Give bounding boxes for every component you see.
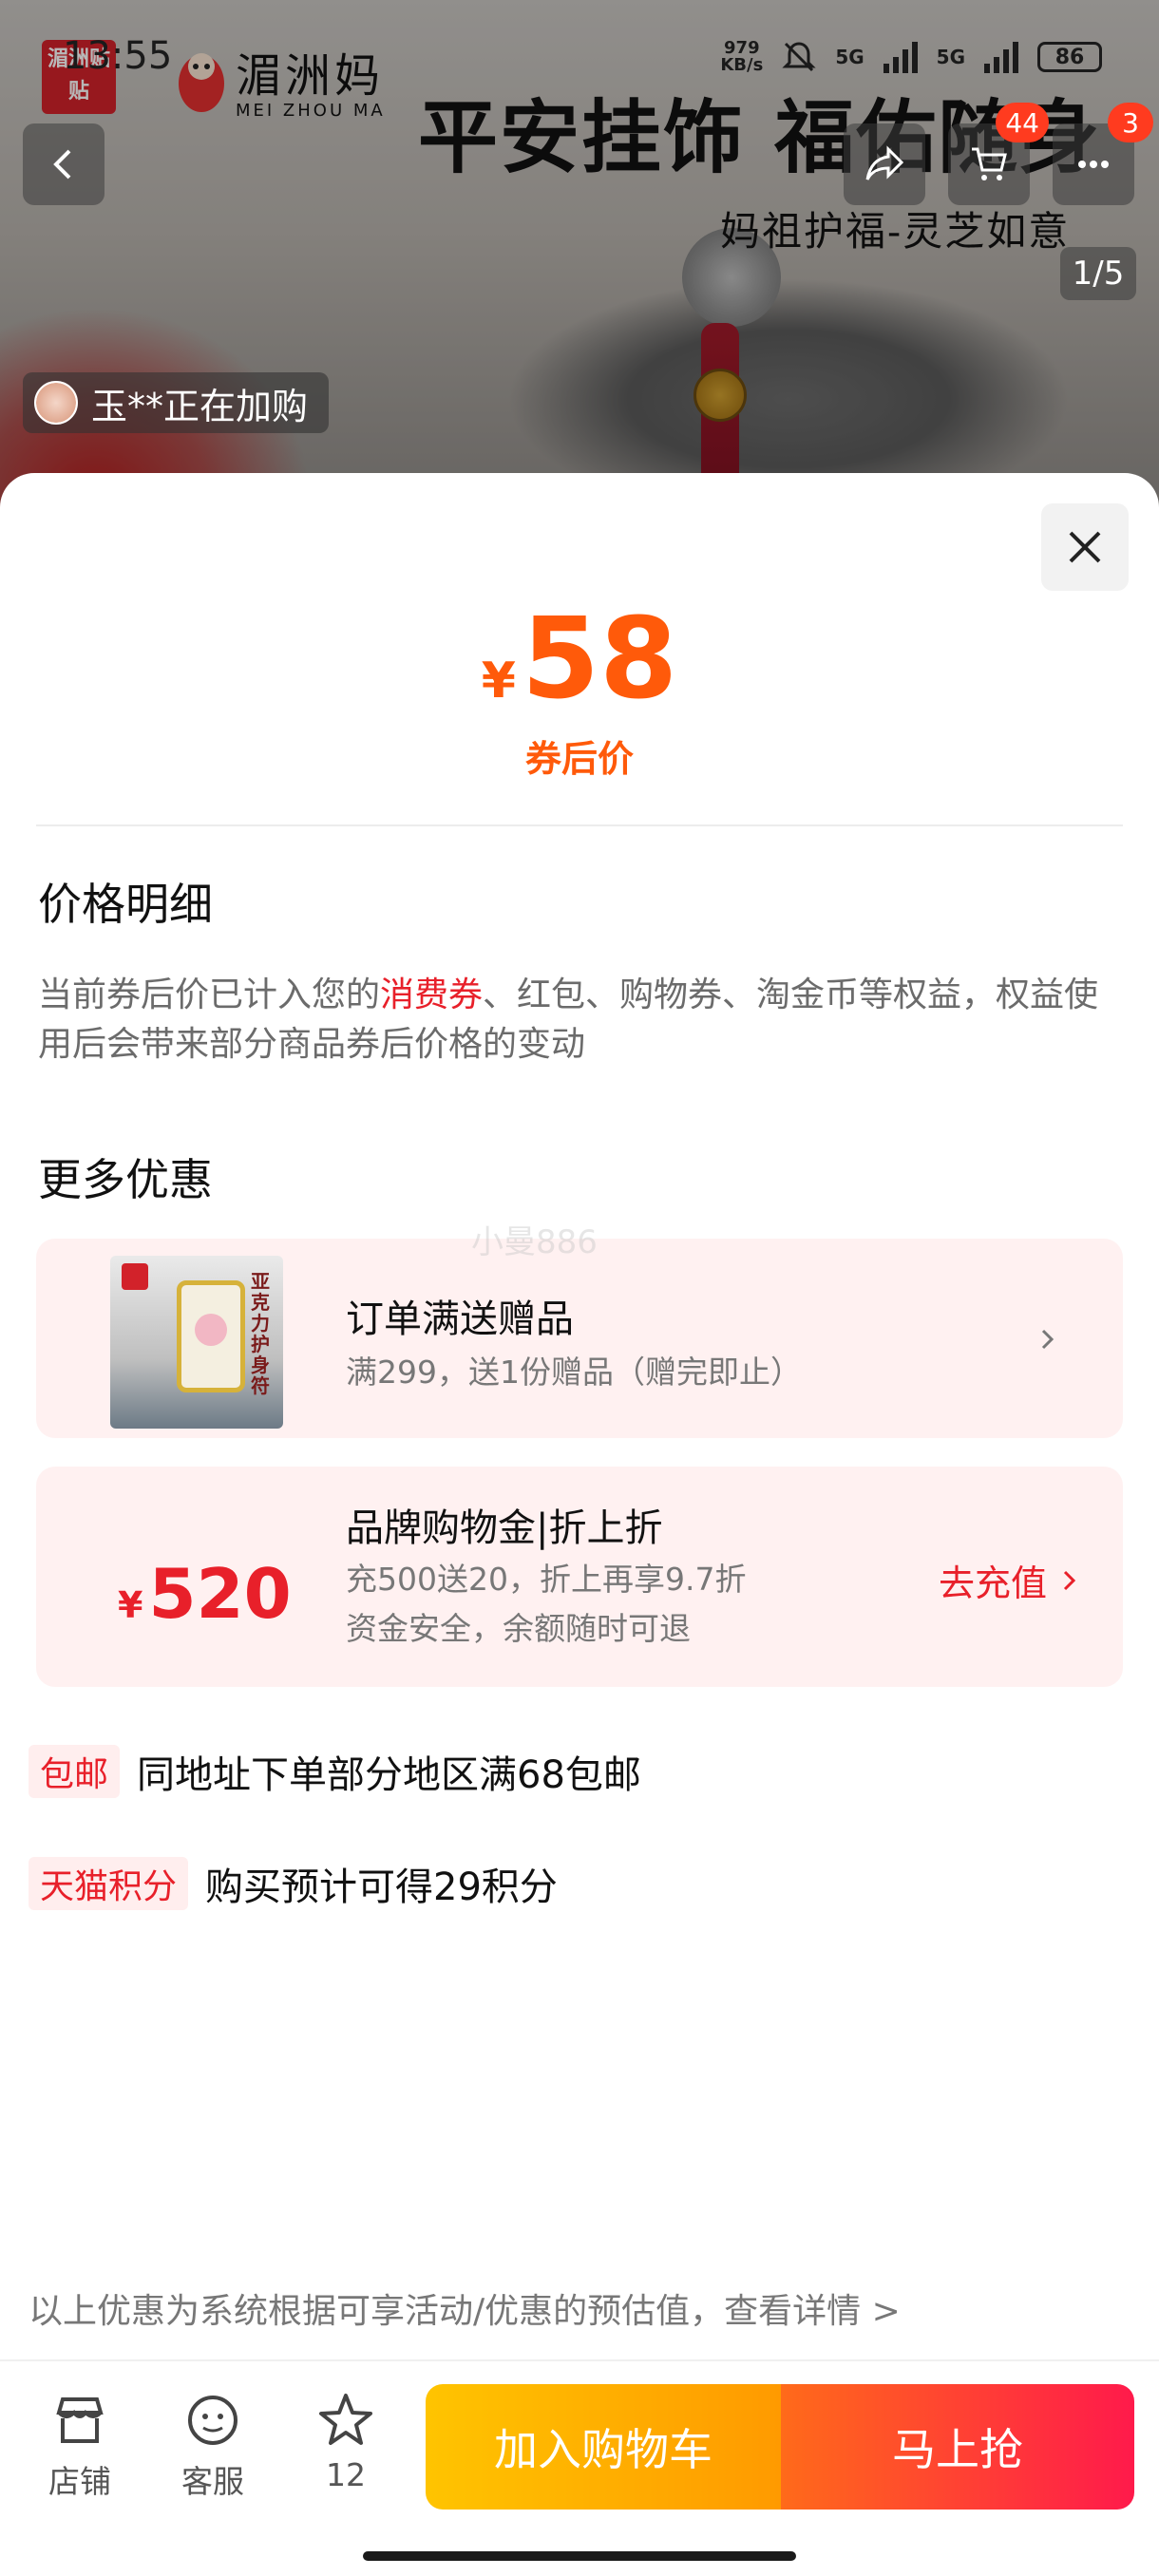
image-page-indicator: 1/5: [1060, 247, 1136, 300]
battery-indicator: 86: [1037, 42, 1102, 72]
points-info-row: 天猫积分 购买预计可得29积分: [28, 1856, 558, 1911]
gold-amount: ¥ 520: [118, 1554, 292, 1634]
shopping-gold-card[interactable]: ¥ 520 品牌购物金|折上折 充500送20，折上再享9.7折 资金安全，余额…: [36, 1467, 1123, 1687]
price-detail-description: 当前券后价已计入您的消费券、红包、购物券、淘金币等权益，权益使用后会带来部分商品…: [38, 971, 1121, 1070]
status-bar: 13:55 979 KB/s 5G 5G 86: [0, 34, 1159, 91]
close-button[interactable]: [1041, 503, 1129, 591]
signal-5g-1: 5G: [835, 46, 864, 68]
add-to-cart-button[interactable]: 加入购物车: [426, 2384, 781, 2510]
signal-bars-icon: [984, 42, 1018, 73]
tmall-points-tag: 天猫积分: [28, 1857, 189, 1910]
recharge-button[interactable]: 去充值: [939, 1554, 1081, 1606]
network-speed-unit: KB/s: [720, 55, 764, 75]
service-face-icon: [188, 2396, 238, 2445]
shop-icon: [56, 2397, 104, 2443]
share-icon: [865, 145, 904, 180]
estimate-details-link[interactable]: 以上优惠为系统根据可享活动/优惠的预估值，查看详情 >: [28, 2283, 901, 2333]
price-label: 券后价: [524, 738, 634, 780]
more-badge: 3: [1108, 103, 1153, 142]
shipping-text: 同地址下单部分地区满68包邮: [137, 1753, 641, 1797]
gold-card-line1: 充500送20，折上再享9.7折: [346, 1561, 747, 1598]
gift-offer-card[interactable]: 亚克力护身符 订单满送赠品 满299，送1份赠品（赠完即止）: [36, 1239, 1123, 1438]
star-icon: [319, 2394, 372, 2445]
network-speed: 979 KB/s: [720, 40, 763, 74]
gift-offer-subtitle: 满299，送1份赠品（赠完即止）: [346, 1354, 802, 1391]
free-shipping-tag: 包邮: [28, 1745, 121, 1798]
shop-button[interactable]: 店铺: [32, 2390, 127, 2502]
gift-product-image: 亚克力护身符: [110, 1256, 283, 1429]
product-image-carousel[interactable]: 湄洲贴贴 湄洲妈 MEI ZHOU MA 平安挂饰 福佑随身 妈祖护福-灵芝如意…: [0, 0, 1159, 513]
price-value: 58: [521, 593, 678, 724]
cart-badge: 44: [996, 103, 1049, 142]
shipping-info-row: 包邮 同地址下单部分地区满68包邮: [28, 1744, 641, 1799]
mute-bell-icon: [782, 42, 816, 72]
coupon-price-block: ¥ 58 券后价: [0, 597, 1159, 782]
gold-card-title: 品牌购物金|折上折: [346, 1506, 663, 1550]
live-buy-text: 玉**正在加购: [91, 385, 309, 427]
cart-button[interactable]: 44: [948, 103, 1049, 205]
recharge-label: 去充值: [939, 1563, 1048, 1604]
share-button[interactable]: [844, 123, 925, 205]
gift-image-text: 亚克力护身符: [251, 1270, 270, 1397]
gift-offer-title: 订单满送赠品: [346, 1297, 574, 1341]
shop-label: 店铺: [48, 2463, 111, 2500]
buy-now-button[interactable]: 马上抢: [781, 2384, 1134, 2510]
coupon-price: ¥ 58: [482, 597, 677, 720]
chevron-left-icon: [53, 149, 71, 180]
price-detail-title: 价格明细: [38, 879, 213, 930]
cart-icon: [972, 147, 1007, 180]
close-icon: [1069, 531, 1101, 563]
more-dots-icon: [1078, 161, 1109, 168]
back-button[interactable]: [23, 123, 104, 205]
chevron-right-icon: [1063, 1570, 1076, 1590]
watermark: 小曼886: [471, 1223, 598, 1261]
signal-bars-icon: [883, 42, 918, 73]
avatar: [34, 381, 78, 425]
signal-5g-2: 5G: [936, 46, 965, 68]
status-time: 13:55: [63, 34, 173, 78]
consumer-coupon-link[interactable]: 消费券: [380, 975, 483, 1014]
amulet-frame: [177, 1280, 245, 1392]
status-icons: 979 KB/s 5G 5G 86: [720, 38, 1102, 76]
service-label: 客服: [181, 2463, 244, 2500]
gold-card-line2: 资金安全，余额随时可退: [346, 1610, 691, 1647]
gold-currency: ¥: [118, 1584, 143, 1626]
customer-service-button[interactable]: 客服: [165, 2390, 260, 2502]
price-currency: ¥: [481, 653, 516, 710]
desc-prefix: 当前券后价已计入您的: [38, 975, 381, 1014]
favorite-button[interactable]: 12: [298, 2390, 393, 2493]
more-offers-title: 更多优惠: [38, 1154, 213, 1205]
bottom-action-bar: 店铺 客服 12 加入购物车 马上抢: [0, 2359, 1159, 2576]
live-buy-ticker: 玉**正在加购: [23, 372, 330, 433]
more-button[interactable]: 3: [1053, 103, 1153, 205]
home-indicator[interactable]: [363, 2551, 796, 2561]
favorite-count: 12: [326, 2456, 366, 2493]
gift-brand-tag: [122, 1263, 148, 1290]
divider: [36, 824, 1123, 826]
chevron-right-icon: [1041, 1329, 1054, 1350]
gold-amount-value: 520: [148, 1554, 292, 1634]
points-text: 购买预计可得29积分: [205, 1866, 558, 1909]
